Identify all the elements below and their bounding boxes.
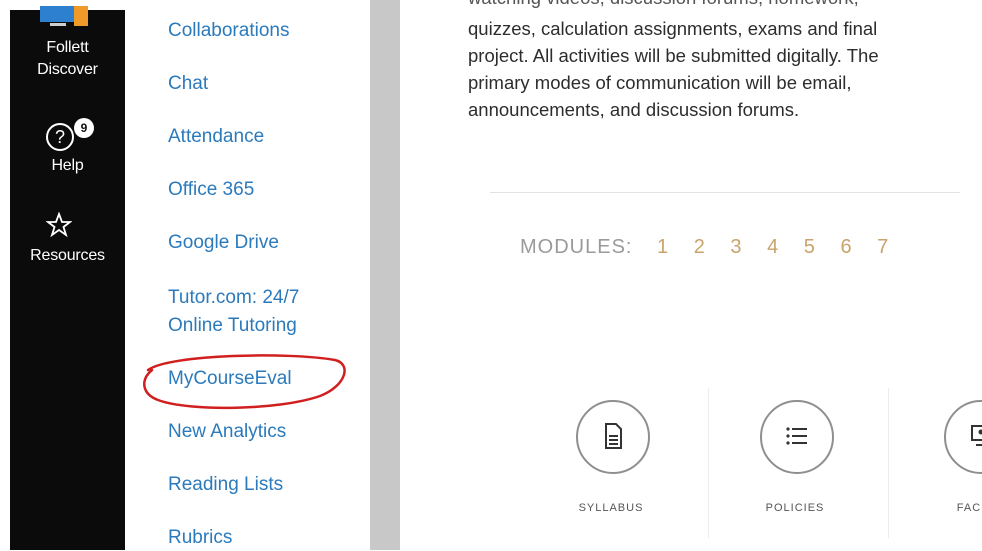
syllabus-caption: SYLLABUS (548, 502, 674, 514)
faculty-tile[interactable]: FAC (916, 378, 982, 528)
modules-nav: MODULES: 1 2 3 4 5 6 7 (520, 236, 889, 259)
module-link-3[interactable]: 3 (730, 236, 742, 258)
svg-text:?: ? (55, 127, 65, 147)
module-link-2[interactable]: 2 (694, 236, 706, 258)
help-label: Help (10, 156, 125, 176)
course-nav-attendance[interactable]: Attendance (168, 123, 264, 150)
resources-nav-item[interactable]: Resources (10, 200, 125, 280)
paragraph-line: announcements, and discussion forums. (468, 96, 982, 123)
list-icon (782, 421, 812, 451)
course-nav-office-365[interactable]: Office 365 (168, 176, 254, 203)
policies-tile[interactable]: POLICIES (732, 378, 862, 528)
scroll-gutter (370, 0, 400, 550)
course-nav-collaborations[interactable]: Collaborations (168, 17, 289, 44)
module-link-6[interactable]: 6 (840, 236, 852, 258)
module-link-1[interactable]: 1 (657, 236, 669, 258)
course-nav-online-tutoring[interactable]: Online Tutoring (168, 312, 297, 339)
course-nav-rubrics[interactable]: Rubrics (168, 524, 232, 551)
global-nav: Follett Discover ? 9 Help Resources (10, 10, 125, 550)
modules-label: MODULES: (520, 236, 632, 258)
faculty-circle (944, 400, 982, 474)
monitor-icon (38, 6, 90, 30)
follett-label: Follett (10, 38, 125, 58)
paragraph-line: project. All activities will be submitte… (468, 42, 982, 69)
course-nav-chat[interactable]: Chat (168, 70, 208, 97)
help-nav-item[interactable]: ? 9 Help (10, 110, 125, 190)
document-icon (598, 421, 628, 451)
module-link-4[interactable]: 4 (767, 236, 779, 258)
paragraph-line: primary modes of communication will be e… (468, 69, 982, 96)
help-icon: ? (45, 122, 75, 152)
star-icon (46, 212, 72, 238)
course-nav-new-analytics[interactable]: New Analytics (168, 418, 286, 445)
divider (490, 192, 960, 193)
module-link-7[interactable]: 7 (877, 236, 889, 258)
course-nav-tutor-com[interactable]: Tutor.com: 24/7 (168, 284, 299, 311)
tile-separator (888, 388, 889, 538)
follett-discover-nav-item[interactable]: Follett Discover (10, 10, 125, 95)
paragraph-line: quizzes, calculation assignments, exams … (468, 15, 982, 42)
faculty-icon (966, 421, 982, 451)
help-badge: 9 (74, 118, 94, 138)
course-nav-reading-lists[interactable]: Reading Lists (168, 471, 283, 498)
faculty-caption: FAC (906, 502, 982, 514)
tile-separator (708, 388, 709, 538)
course-nav-mycourseeval[interactable]: MyCourseEval (168, 365, 292, 392)
policies-caption: POLICIES (732, 502, 858, 514)
discover-label: Discover (10, 60, 125, 80)
course-nav: Collaborations Chat Attendance Office 36… (125, 0, 370, 550)
main-content: watching videos, discussion forums, home… (400, 0, 982, 550)
syllabus-circle (576, 400, 650, 474)
resources-label: Resources (10, 246, 125, 266)
course-description: watching videos, discussion forums, home… (468, 0, 982, 123)
syllabus-tile[interactable]: SYLLABUS (548, 378, 678, 528)
paragraph-line: watching videos, discussion forums, home… (468, 0, 982, 11)
module-link-5[interactable]: 5 (804, 236, 816, 258)
policies-circle (760, 400, 834, 474)
course-nav-google-drive[interactable]: Google Drive (168, 229, 279, 256)
